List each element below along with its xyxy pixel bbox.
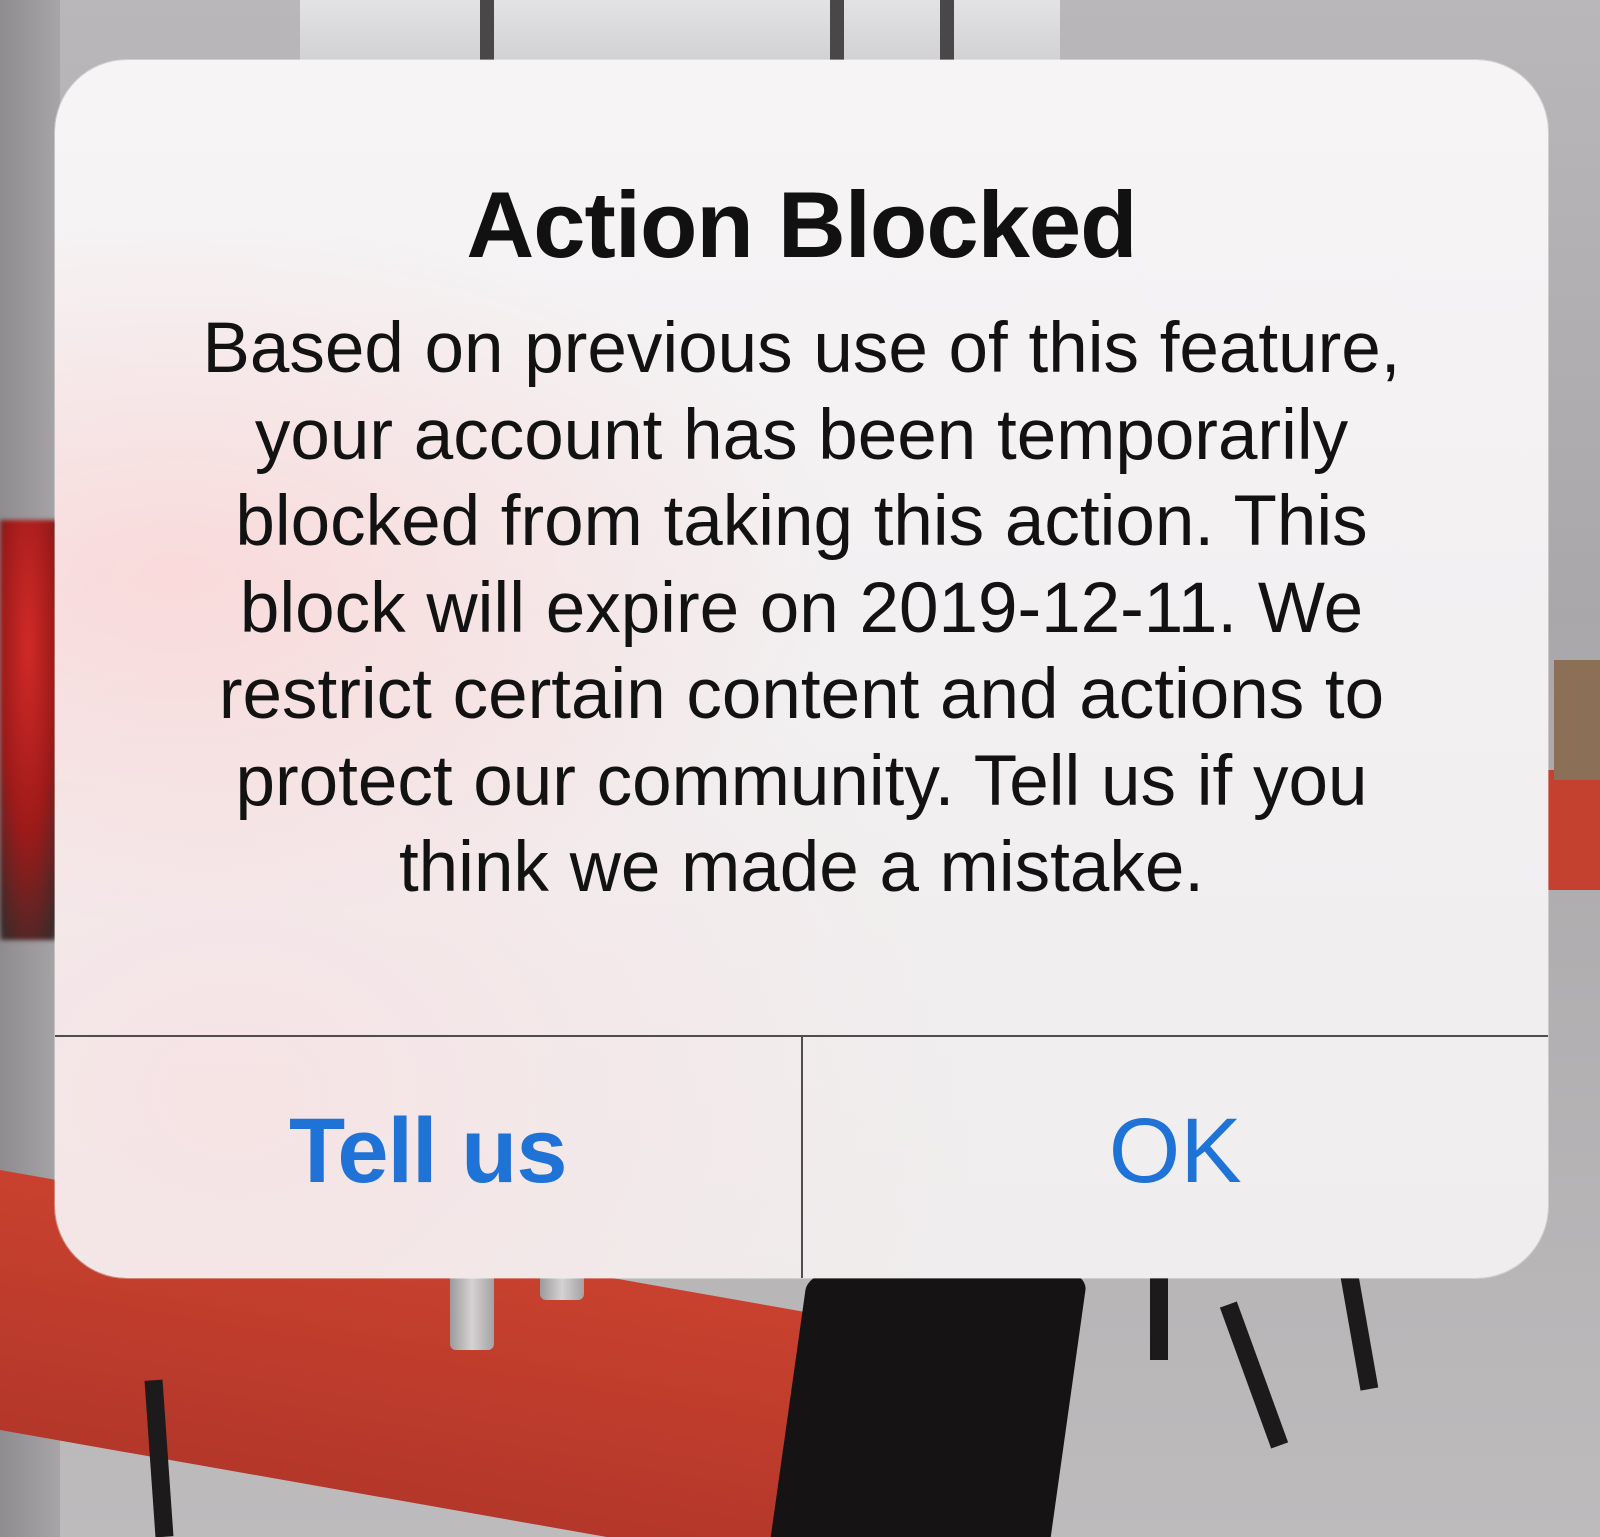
background-box <box>1554 660 1600 780</box>
tell-us-button[interactable]: Tell us <box>55 1037 801 1278</box>
background-table-right <box>1540 770 1600 890</box>
alert-title: Action Blocked <box>466 172 1137 277</box>
alert-message-line: restrict certain content and actions to <box>218 655 1385 734</box>
alert-message-line: block will expire on 2019-12-11. We <box>239 568 1364 648</box>
alert-message-line: your account has been temporarily <box>254 395 1349 475</box>
background-table-leg <box>1150 1270 1168 1360</box>
background-table-leg <box>1339 1269 1379 1391</box>
alert-message-line: blocked from taking this action. This <box>235 482 1368 561</box>
background-person <box>768 1250 1092 1537</box>
action-blocked-alert: Action Blocked Based on previous use of … <box>55 60 1548 1278</box>
alert-message-line: Based on previous use of this feature, <box>202 309 1401 388</box>
alert-message: Based on previous use of this feature, y… <box>150 306 1453 912</box>
background-table-leg <box>1219 1301 1289 1449</box>
alert-message-line: protect our community. Tell us if you <box>235 741 1368 821</box>
alert-body: Action Blocked Based on previous use of … <box>55 60 1548 1035</box>
ok-button[interactable]: OK <box>803 1037 1549 1278</box>
alert-message-line: think we made a mistake. <box>398 828 1205 907</box>
alert-actions: Tell us OK <box>55 1035 1548 1278</box>
